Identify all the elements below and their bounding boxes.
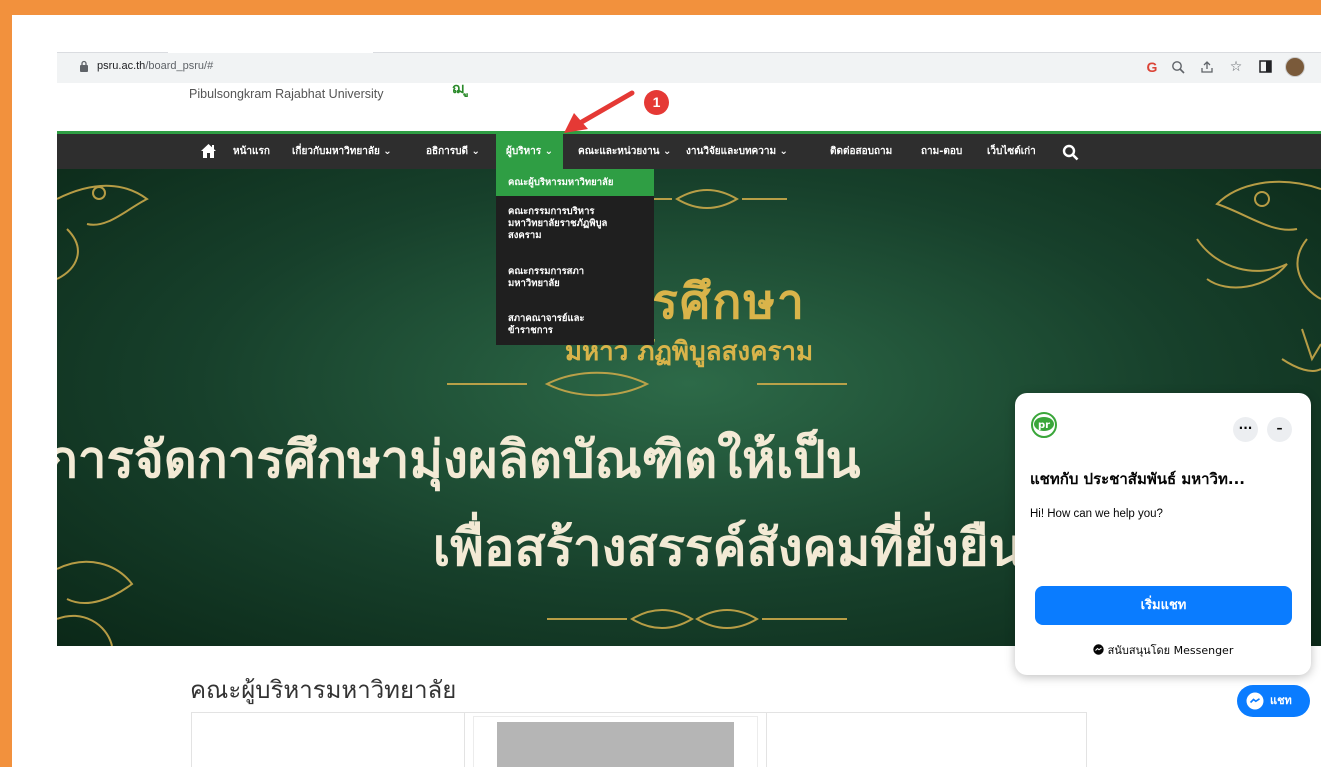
- table-divider: [766, 712, 767, 767]
- more-options-button[interactable]: ···: [1233, 417, 1258, 442]
- page-title: คณะผู้บริหารมหาวิทยาลัย: [190, 676, 457, 704]
- nav-old-website[interactable]: เว็บไซต์เก่า: [987, 134, 1036, 169]
- dropdown-item-university-council[interactable]: คณะกรรมการสภา มหาวิทยาลัย: [496, 266, 654, 290]
- google-icon[interactable]: G: [1141, 56, 1163, 78]
- powered-by-messenger[interactable]: สนับสนุนโดย Messenger: [1030, 641, 1296, 659]
- nav-about[interactable]: เกี่ยวกับมหาวิทยาลัย ⌄: [292, 134, 392, 169]
- powered-by-text: สนับสนุนโดย Messenger: [1107, 644, 1234, 657]
- chat-greeting: Hi! How can we help you?: [1030, 508, 1163, 520]
- dropdown-item-faculty-senate[interactable]: สภาคณาจารย์และ ข้าราชการ: [496, 313, 654, 337]
- nav-faq[interactable]: ถาม-ตอบ: [921, 134, 962, 169]
- chat-launcher-button[interactable]: แชท: [1237, 685, 1310, 717]
- lock-icon[interactable]: [79, 60, 89, 75]
- star-icon[interactable]: ☆: [1225, 56, 1247, 78]
- executives-dropdown: คณะผู้บริหารมหาวิทยาลัย คณะกรรมการบริหาร…: [496, 169, 654, 345]
- home-icon[interactable]: [200, 143, 216, 159]
- nav-home[interactable]: หน้าแรก: [233, 134, 270, 169]
- dropdown-item-university-executives[interactable]: คณะผู้บริหารมหาวิทยาลัย: [496, 169, 654, 196]
- messenger-chat-widget: [1015, 393, 1311, 675]
- executive-photo[interactable]: [497, 722, 734, 767]
- share-icon[interactable]: [1196, 56, 1218, 81]
- nav-executives[interactable]: ผู้บริหาร ⌄: [496, 134, 564, 169]
- nav-president[interactable]: อธิการบดี ⌄: [426, 134, 480, 169]
- banner-slogan-line2: เพื่อสร้างสรรค์สังคมที่ยั่งยืน”: [432, 519, 1057, 578]
- site-logo[interactable]: ฌ ู: [452, 78, 522, 97]
- banner-title: ป ารศึกษา: [571, 274, 807, 330]
- banner-subtitle: มหาว ภัฏพิบูลสงคราม: [564, 337, 814, 367]
- url-text[interactable]: psru.ac.th/board_psru/#: [97, 60, 213, 72]
- svg-text:pr: pr: [1038, 420, 1050, 431]
- address-bar[interactable]: [57, 53, 1321, 83]
- chat-title: แชทกับ ประชาสัมพันธ์ มหาวิท...: [1030, 470, 1245, 488]
- annotation-arrow-icon: [564, 90, 635, 133]
- nav-faculties[interactable]: คณะและหน่วยงาน ⌄: [578, 134, 671, 169]
- nav-research[interactable]: งานวิจัยและบทความ ⌄: [686, 134, 788, 169]
- start-chat-button[interactable]: เริ่มแชท: [1035, 586, 1292, 625]
- messenger-icon: [1246, 692, 1264, 710]
- logo-text: ฌ ู: [452, 81, 469, 97]
- university-name: Pibulsongkram Rajabhat University: [189, 87, 384, 101]
- messenger-icon: [1092, 644, 1104, 655]
- dropdown-item-executive-committee[interactable]: คณะกรรมการบริหาร มหาวิทยาลัยราชภัฏพิบูล …: [496, 206, 654, 242]
- profile-avatar[interactable]: [1285, 57, 1305, 77]
- zoom-icon[interactable]: [1167, 56, 1189, 81]
- side-panel-icon[interactable]: [1254, 56, 1276, 80]
- nav-contact[interactable]: ติดต่อสอบถาม: [830, 134, 892, 169]
- banner-slogan-line1: การจัดการศึกษามุ่งผลิตบัณฑิตให้เป็น: [57, 431, 861, 490]
- minimize-chat-button[interactable]: –: [1267, 417, 1292, 442]
- chat-launcher-label: แชท: [1270, 694, 1292, 707]
- pr-logo-icon: pr: [1030, 411, 1058, 439]
- table-divider: [464, 712, 465, 767]
- browser-tab-strip: [12, 15, 1321, 55]
- search-icon[interactable]: [1062, 144, 1079, 161]
- annotation-step-badge: 1: [644, 90, 669, 115]
